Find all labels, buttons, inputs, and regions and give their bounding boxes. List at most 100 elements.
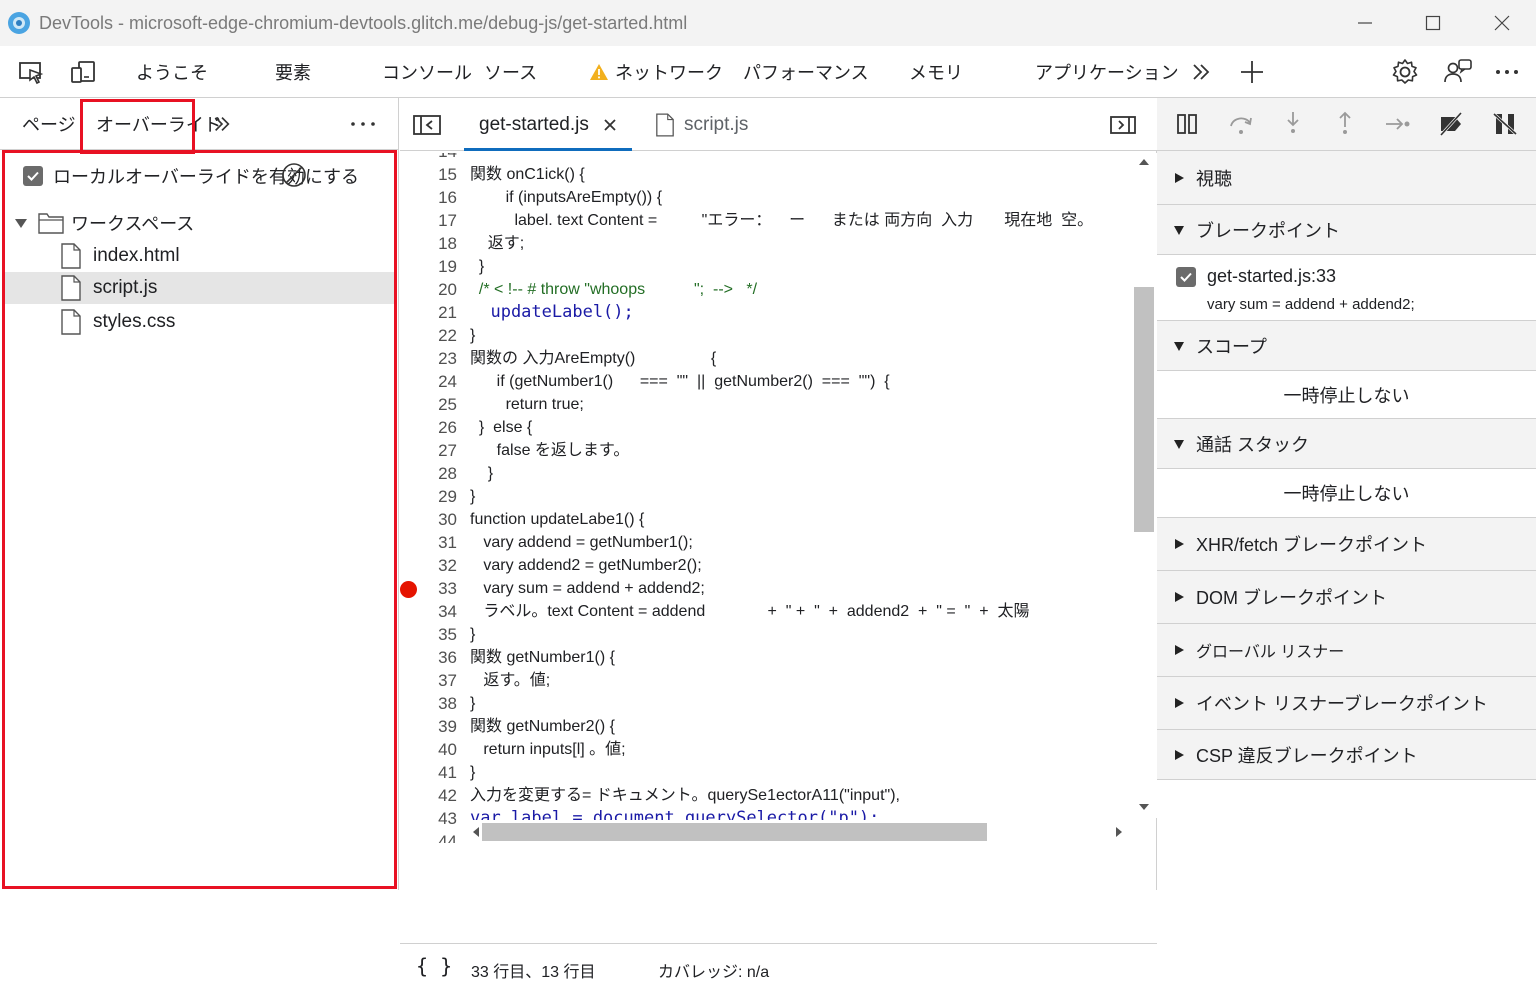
- horizontal-scrollbar[interactable]: [470, 820, 1130, 844]
- vertical-scrollbar[interactable]: [1131, 153, 1157, 818]
- code-line[interactable]: 40 return inputs[l] 。値;: [400, 738, 1130, 761]
- navigator-menu-button[interactable]: [349, 98, 377, 150]
- code-line[interactable]: 31 vary addend = getNumber1();: [400, 531, 1130, 554]
- section-call-stack[interactable]: 通話 スタック: [1157, 419, 1536, 469]
- enable-overrides-checkbox[interactable]: [23, 166, 43, 186]
- section-csp-breakpoints[interactable]: CSP 違反ブレークポイント: [1157, 730, 1536, 780]
- code-line[interactable]: 15 関数 onC1ick() {: [400, 163, 1130, 186]
- tab-elements[interactable]: 要素: [275, 46, 311, 97]
- line-number[interactable]: 32: [400, 554, 457, 577]
- section-scope[interactable]: スコープ: [1157, 321, 1536, 371]
- code-line[interactable]: 29}: [400, 485, 1130, 508]
- tab-performance[interactable]: パフォーマンス: [743, 46, 869, 97]
- device-emulation-button[interactable]: [67, 56, 99, 88]
- breakpoint-checkbox[interactable]: [1176, 266, 1196, 287]
- tree-file-index-html[interactable]: index.html: [5, 240, 395, 272]
- line-number[interactable]: 14: [400, 153, 457, 163]
- code-line[interactable]: 32 vary addend2 = getNumber2();: [400, 554, 1130, 577]
- line-number[interactable]: 15: [400, 163, 457, 186]
- more-options-button[interactable]: [1491, 56, 1523, 88]
- line-number[interactable]: 38: [400, 692, 457, 715]
- code-line[interactable]: 26 } else {: [400, 416, 1130, 439]
- code-line[interactable]: 22}: [400, 324, 1130, 347]
- pause-on-exceptions-icon[interactable]: [1492, 111, 1518, 137]
- line-number[interactable]: 37: [400, 669, 457, 692]
- line-number[interactable]: 40: [400, 738, 457, 761]
- line-number[interactable]: 21: [400, 301, 457, 324]
- inspect-element-button[interactable]: [15, 56, 47, 88]
- toggle-navigator-button[interactable]: [412, 98, 442, 151]
- section-xhr-breakpoints[interactable]: XHR/fetch ブレークポイント: [1157, 518, 1536, 571]
- line-number[interactable]: 33: [400, 577, 457, 600]
- line-number[interactable]: 16: [400, 186, 457, 209]
- line-number[interactable]: 26: [400, 416, 457, 439]
- step-over-icon[interactable]: [1228, 112, 1254, 136]
- code-line[interactable]: 27 false を返します。: [400, 439, 1130, 462]
- add-tab-button[interactable]: [1236, 56, 1268, 88]
- editor-tab-get-started-js[interactable]: get-started.js: [464, 98, 632, 151]
- code-line[interactable]: 16 if (inputsAreEmpty()) {: [400, 186, 1130, 209]
- tab-application[interactable]: アプリケーション: [1035, 46, 1179, 97]
- deactivate-breakpoints-icon[interactable]: [1438, 111, 1464, 137]
- line-number[interactable]: 34: [400, 600, 457, 623]
- code-line[interactable]: 36 関数 getNumber1() {: [400, 646, 1130, 669]
- tab-page[interactable]: ページ: [22, 98, 76, 150]
- step-out-icon[interactable]: [1333, 110, 1357, 136]
- code-line[interactable]: 28 }: [400, 462, 1130, 485]
- scroll-up-icon[interactable]: [1138, 158, 1150, 166]
- enable-local-overrides[interactable]: ローカルオーバーライドを有効にする: [23, 163, 359, 189]
- step-into-icon[interactable]: [1281, 110, 1305, 136]
- code-line[interactable]: 42 入力を変更する= ドキュメント。querySe1ectorA11("inpu…: [400, 784, 1130, 807]
- line-number[interactable]: 23: [400, 347, 457, 370]
- line-number[interactable]: 41: [400, 761, 457, 784]
- close-window-button[interactable]: [1468, 0, 1536, 46]
- code-line[interactable]: 24 if (getNumber1() === "" || getNumber2…: [400, 370, 1130, 393]
- line-number[interactable]: 39: [400, 715, 457, 738]
- code-line[interactable]: 21 updateLabel();: [400, 301, 1130, 324]
- pretty-print-button[interactable]: { }: [416, 954, 452, 978]
- clear-overrides-icon[interactable]: [280, 161, 308, 189]
- line-number[interactable]: 27: [400, 439, 457, 462]
- breakpoint-item[interactable]: get-started.js:33: [1176, 266, 1336, 287]
- line-number[interactable]: 35: [400, 623, 457, 646]
- scroll-left-icon[interactable]: [472, 826, 480, 838]
- line-number[interactable]: 44: [400, 830, 457, 843]
- code-line[interactable]: 39 関数 getNumber2() {: [400, 715, 1130, 738]
- code-line[interactable]: 19 }: [400, 255, 1130, 278]
- line-number[interactable]: 24: [400, 370, 457, 393]
- code-area[interactable]: 1415 関数 onC1ick() {16 if (inputsAreEmpty(…: [400, 153, 1130, 843]
- section-watch[interactable]: 視聴: [1157, 151, 1536, 205]
- section-global-listeners[interactable]: グローバル リスナー: [1157, 624, 1536, 677]
- line-number[interactable]: 17: [400, 209, 457, 232]
- tab-overrides[interactable]: オーバーライド: [96, 98, 222, 150]
- tab-memory[interactable]: メモリ: [909, 46, 963, 97]
- tab-network[interactable]: ネットワーク: [589, 46, 723, 97]
- code-line[interactable]: 33 vary sum = addend + addend2;: [400, 577, 1130, 600]
- maximize-button[interactable]: [1399, 0, 1467, 46]
- more-tabs-button[interactable]: [1185, 56, 1217, 88]
- line-number[interactable]: 43: [400, 807, 457, 830]
- settings-button[interactable]: [1389, 56, 1421, 88]
- code-line[interactable]: 41}: [400, 761, 1130, 784]
- section-event-listener-breakpoints[interactable]: イベント リスナーブレークポイント: [1157, 677, 1536, 730]
- code-line[interactable]: 20 /* < !-- # throw "whoops "; --> */: [400, 278, 1130, 301]
- line-number[interactable]: 25: [400, 393, 457, 416]
- scroll-down-icon[interactable]: [1138, 803, 1150, 811]
- code-line[interactable]: 18 返す;: [400, 232, 1130, 255]
- line-number[interactable]: 20: [400, 278, 457, 301]
- code-line[interactable]: 34 ラベル。text Content = addend + " + " + a…: [400, 600, 1130, 623]
- code-line[interactable]: 38}: [400, 692, 1130, 715]
- section-breakpoints[interactable]: ブレークポイント: [1157, 205, 1536, 255]
- tab-welcome[interactable]: ようこそ: [136, 46, 208, 97]
- line-number[interactable]: 36: [400, 646, 457, 669]
- line-number[interactable]: 22: [400, 324, 457, 347]
- tree-file-styles-css[interactable]: styles.css: [5, 306, 395, 338]
- code-line[interactable]: 25 return true;: [400, 393, 1130, 416]
- tab-sources[interactable]: ソース: [471, 46, 569, 97]
- code-line[interactable]: 23 関数の 入力AreEmpty() {: [400, 347, 1130, 370]
- feedback-button[interactable]: [1442, 56, 1474, 88]
- line-number[interactable]: 28: [400, 462, 457, 485]
- line-number[interactable]: 31: [400, 531, 457, 554]
- code-line[interactable]: 14: [400, 153, 1130, 163]
- toggle-debugger-button[interactable]: [1109, 98, 1137, 151]
